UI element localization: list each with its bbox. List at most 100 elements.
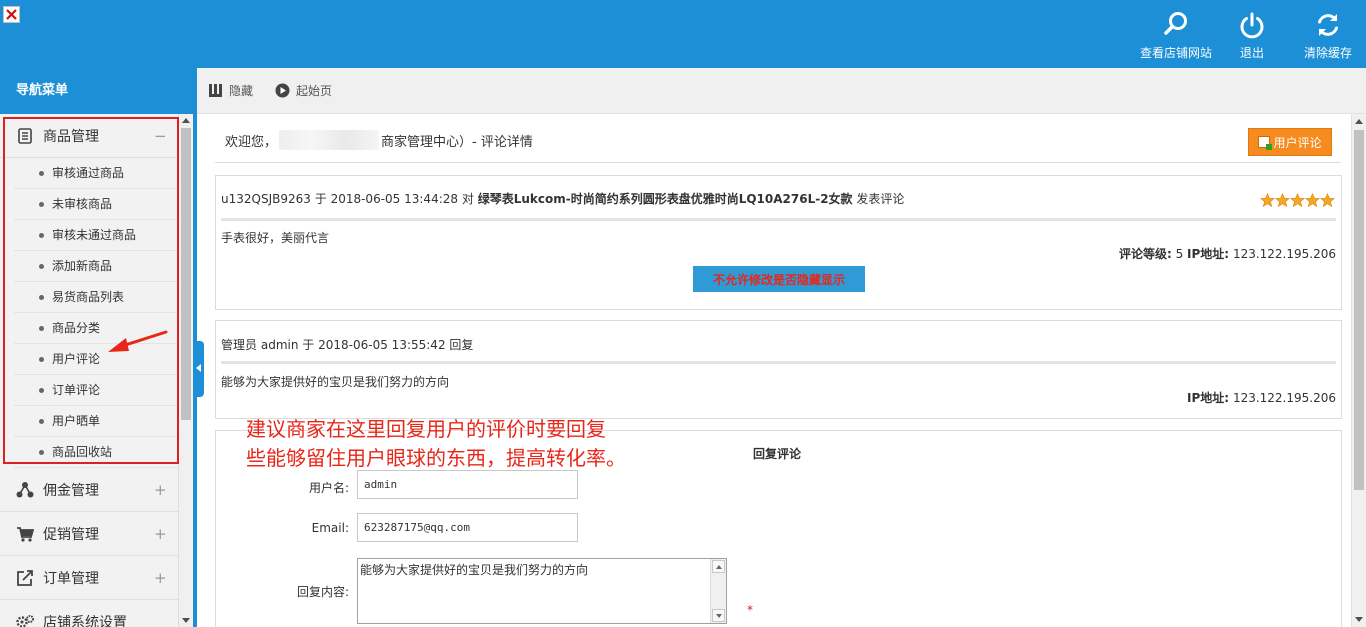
chevron-left-icon bbox=[196, 364, 201, 372]
expand-icon[interactable]: + bbox=[154, 569, 167, 587]
nav-group-commission-label: 佣金管理 bbox=[43, 482, 99, 499]
comment-panel: u132QSJB9263 于 2018-06-05 13:44:28 对 绿琴表… bbox=[215, 175, 1342, 310]
search-icon bbox=[1164, 12, 1187, 35]
scroll-up-icon[interactable] bbox=[1355, 119, 1363, 124]
nav-group-commission[interactable]: 佣金管理 + bbox=[0, 468, 193, 512]
welcome-suffix: 商家管理中心）- 评论详情 bbox=[381, 134, 533, 150]
redacted-store-name bbox=[279, 130, 380, 150]
logout-label: 退出 bbox=[1239, 46, 1264, 60]
sidebar-scrollbar[interactable] bbox=[178, 114, 193, 627]
content-label: 回复内容: bbox=[296, 585, 349, 599]
nav-group-goods-label: 商品管理 bbox=[43, 128, 99, 145]
nav-group-orders[interactable]: 订单管理 + bbox=[0, 556, 193, 600]
ip-label: IP地址: bbox=[1187, 247, 1230, 261]
nav-item-unreviewed-goods[interactable]: 未审核商品 bbox=[14, 189, 187, 220]
arrow-icon bbox=[108, 330, 168, 352]
scrollbar-thumb[interactable] bbox=[181, 128, 191, 420]
goods-submenu: 审核通过商品 未审核商品 审核未通过商品 添加新商品 易货商品列表 商品分类 用… bbox=[0, 158, 193, 468]
ip-value: 123.122.195.206 bbox=[1232, 247, 1336, 261]
scroll-down-icon[interactable] bbox=[712, 609, 725, 622]
annotation-text: 建议商家在这里回复用户的评价时要回复 些能够留住用户眼球的东西，提高转化率。 bbox=[246, 415, 626, 473]
annotation-line: 建议商家在这里回复用户的评价时要回复 bbox=[246, 417, 606, 441]
annotation-line: 些能够留住用户眼球的东西，提高转化率。 bbox=[246, 446, 626, 470]
star-icon bbox=[1260, 193, 1275, 208]
expand-icon[interactable]: + bbox=[154, 525, 167, 543]
comment-meta: 评论等级: 5 IP地址: 123.122.195.206 bbox=[1119, 245, 1336, 262]
reply-time: 2018-06-05 13:55:42 bbox=[318, 338, 446, 352]
nav-group-promotion[interactable]: 促销管理 + bbox=[0, 512, 193, 556]
comment-header: u132QSJB9263 于 2018-06-05 13:44:28 对 绿琴表… bbox=[221, 190, 904, 207]
columns-icon bbox=[209, 84, 222, 97]
scroll-up-icon[interactable] bbox=[712, 560, 725, 573]
scroll-down-icon[interactable] bbox=[182, 618, 190, 623]
collapse-sidebar-button[interactable] bbox=[194, 341, 204, 397]
nav-group-orders-label: 订单管理 bbox=[43, 570, 99, 587]
comment-text: 手表很好，美丽代言 bbox=[221, 231, 330, 245]
nav-group-goods[interactable]: 商品管理 − bbox=[0, 114, 193, 158]
toggle-visibility-button[interactable]: 不允许修改是否隐藏显示 bbox=[693, 266, 865, 292]
power-icon bbox=[1240, 12, 1264, 39]
nav-menu-title: 导航菜单 bbox=[0, 68, 197, 114]
clear-cache-button[interactable]: 清除缓存 bbox=[1290, 0, 1366, 68]
nav-item-rejected-goods[interactable]: 审核未通过商品 bbox=[14, 220, 187, 251]
reply-content-textarea[interactable]: 能够为大家提供好的宝贝是我们努力的方向 bbox=[357, 558, 727, 624]
rating-label: 评论等级: bbox=[1118, 247, 1172, 261]
hide-sidebar-button[interactable]: 隐藏 bbox=[208, 82, 253, 99]
form-title: 回复评论 bbox=[753, 447, 802, 461]
clear-cache-label: 清除缓存 bbox=[1303, 46, 1352, 60]
star-icon bbox=[1275, 193, 1290, 208]
hide-label: 隐藏 bbox=[229, 84, 254, 98]
reply-form: 建议商家在这里回复用户的评价时要回复 些能够留住用户眼球的东西，提高转化率。 回… bbox=[215, 417, 1342, 627]
top-actions: 查看店铺网站 退出 清除缓存 bbox=[1138, 0, 1366, 68]
nav-item-approved-goods[interactable]: 审核通过商品 bbox=[14, 158, 187, 189]
cart-icon bbox=[17, 526, 34, 542]
scroll-up-icon[interactable] bbox=[182, 118, 190, 123]
ip-value: 123.122.195.206 bbox=[1232, 391, 1336, 405]
nav-item-add-goods[interactable]: 添加新商品 bbox=[14, 251, 187, 282]
refresh-icon bbox=[1318, 14, 1338, 36]
view-store-label: 查看店铺网站 bbox=[1139, 46, 1212, 60]
reply-panel: 管理员 admin 于 2018-06-05 13:55:42 回复 能够为大家… bbox=[215, 320, 1342, 419]
main-content: 欢迎您， 商家管理中心）- 评论详情 用户评论 u132QSJB9263 于 2… bbox=[205, 114, 1351, 627]
comment-action: 发表评论 bbox=[856, 192, 905, 206]
user-review-button[interactable]: 用户评论 bbox=[1248, 128, 1332, 156]
email-label: Email: bbox=[311, 521, 349, 535]
nav-item-goods-recycle[interactable]: 商品回收站 bbox=[14, 437, 187, 468]
user-review-label: 用户评论 bbox=[1273, 135, 1322, 150]
home-label: 起始页 bbox=[296, 84, 333, 98]
view-store-button[interactable]: 查看店铺网站 bbox=[1138, 0, 1214, 68]
divider bbox=[221, 218, 1336, 221]
username-field[interactable]: admin bbox=[357, 470, 578, 499]
reply-meta: IP地址: 123.122.195.206 bbox=[1187, 389, 1336, 406]
nav-group-store-settings[interactable]: 店铺系统设置 bbox=[0, 600, 193, 627]
sidebar: 商品管理 − 审核通过商品 未审核商品 审核未通过商品 添加新商品 易货商品列表… bbox=[0, 114, 193, 627]
play-circle-icon bbox=[275, 83, 290, 98]
settings-icon bbox=[16, 614, 34, 627]
required-mark: * bbox=[747, 603, 753, 617]
product-link[interactable]: 绿琴表Lukcom-时尚简约系列圆形表盘优雅时尚LQ10A276L-2女款 bbox=[478, 192, 853, 206]
logout-button[interactable]: 退出 bbox=[1214, 0, 1290, 68]
textarea-scrollbar[interactable] bbox=[710, 559, 726, 623]
divider bbox=[215, 162, 1341, 163]
nav-item-user-photos[interactable]: 用户晒单 bbox=[14, 406, 187, 437]
reply-user: admin bbox=[260, 338, 299, 352]
main-scrollbar[interactable] bbox=[1351, 114, 1366, 627]
rating-stars bbox=[1260, 193, 1335, 208]
comment-on: 对 bbox=[461, 192, 474, 206]
goods-icon bbox=[18, 127, 32, 144]
expand-icon[interactable]: + bbox=[154, 481, 167, 499]
home-page-button[interactable]: 起始页 bbox=[275, 82, 332, 99]
comment-at: 于 bbox=[314, 192, 327, 206]
email-field[interactable]: 623287175@qq.com bbox=[357, 513, 578, 542]
nav-item-order-reviews[interactable]: 订单评论 bbox=[14, 375, 187, 406]
nav-item-barter-goods[interactable]: 易货商品列表 bbox=[14, 282, 187, 313]
comment-user: u132QSJB9263 bbox=[221, 192, 311, 206]
collapse-icon[interactable]: − bbox=[154, 127, 167, 145]
top-bar: 查看店铺网站 退出 清除缓存 bbox=[0, 0, 1366, 68]
star-icon bbox=[1320, 193, 1335, 208]
scrollbar-thumb[interactable] bbox=[1354, 130, 1364, 490]
close-icon[interactable] bbox=[3, 6, 20, 23]
scroll-down-icon[interactable] bbox=[1355, 617, 1363, 622]
divider bbox=[221, 361, 1336, 364]
page-title: 欢迎您， 商家管理中心）- 评论详情 bbox=[225, 130, 533, 150]
